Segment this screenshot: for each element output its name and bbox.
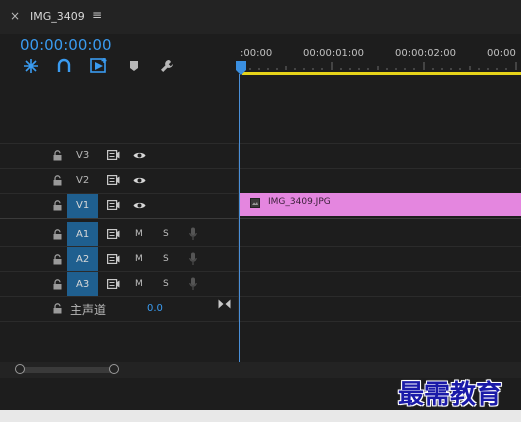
snap-icon[interactable] [23,58,39,74]
toggle-sync-lock-icon[interactable] [107,150,120,160]
eye-icon[interactable] [133,201,146,210]
window-background-strip [0,410,521,422]
track-label: V1 [76,200,90,211]
close-icon[interactable]: × [10,9,20,23]
sequence-tab-title[interactable]: IMG_3409 [30,10,85,23]
track-label: V3 [76,150,90,161]
lock-icon[interactable] [53,150,62,161]
work-area-bar[interactable] [242,72,521,75]
microphone-icon[interactable] [189,277,197,291]
panel-menu-icon[interactable]: ≡ [92,8,102,22]
master-volume-value[interactable]: 0.0 [147,303,163,314]
solo-button[interactable]: S [163,254,169,264]
track-label: A3 [76,279,90,290]
zoom-scrollbar-track[interactable] [18,367,116,373]
microphone-icon[interactable] [189,252,197,266]
lock-icon[interactable] [53,303,62,314]
mute-button[interactable]: M [135,254,143,264]
ruler-tick-label: :00:00 [240,48,273,59]
ruler-tick-label: 00:00:01:00 [303,48,365,59]
lock-icon[interactable] [53,279,62,290]
ruler-tick-label: 00:00 [487,48,516,59]
mute-button[interactable]: M [135,229,143,239]
clip-name: IMG_3409.JPG [268,197,331,207]
lock-icon[interactable] [53,229,62,240]
solo-button[interactable]: S [163,279,169,289]
linked-selection-icon[interactable] [56,58,72,74]
mute-button[interactable]: M [135,279,143,289]
lock-icon[interactable] [53,175,62,186]
eye-icon[interactable] [133,176,146,185]
lock-icon[interactable] [53,254,62,265]
track-label: A2 [76,254,90,265]
insert-icon[interactable] [90,57,108,75]
wrench-icon[interactable] [159,58,175,74]
toggle-sync-lock-icon[interactable] [107,254,120,264]
toggle-sync-lock-icon[interactable] [107,175,120,185]
image-clip-icon [250,198,260,208]
toggle-sync-lock-icon[interactable] [107,279,120,289]
ruler-tick-label: 00:00:02:00 [395,48,457,59]
master-track-label: 主声道 [70,303,107,317]
ruler-ticks [240,62,517,70]
watermark-text: 最需教育 [398,380,503,410]
solo-button[interactable]: S [163,229,169,239]
toggle-sync-lock-icon[interactable] [107,200,120,210]
zoom-handle-left[interactable] [15,364,25,374]
go-to-in-out-icon[interactable] [218,299,231,309]
microphone-icon[interactable] [189,227,197,241]
playhead-handle[interactable] [236,61,246,75]
marker-icon[interactable] [129,60,139,72]
track-label: V2 [76,175,90,186]
timecode-display[interactable]: 00:00:00:00 [20,36,112,54]
eye-icon[interactable] [133,151,146,160]
toggle-sync-lock-icon[interactable] [107,229,120,239]
playhead-line[interactable] [239,74,240,363]
track-label: A1 [76,229,90,240]
zoom-handle-right[interactable] [109,364,119,374]
lock-icon[interactable] [53,200,62,211]
